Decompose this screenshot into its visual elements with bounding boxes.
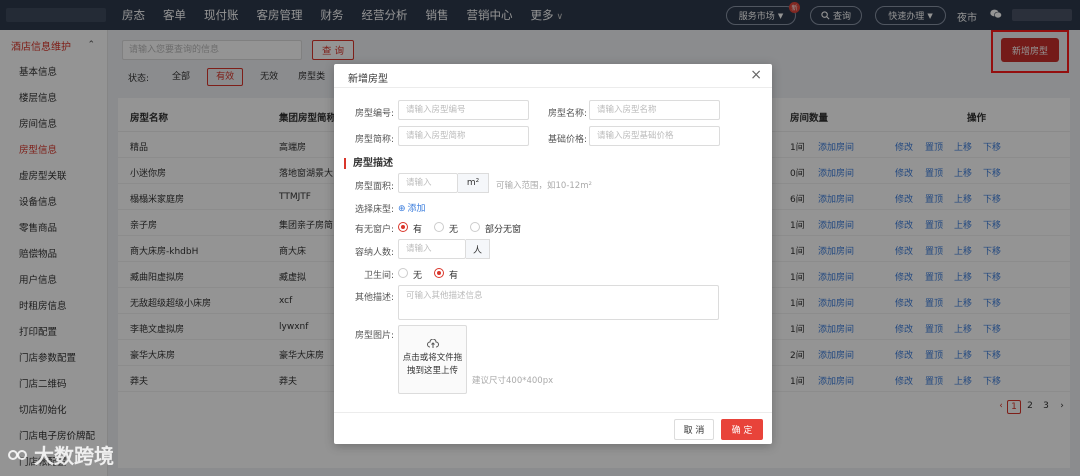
room-short-name-label: 房型简称: bbox=[354, 135, 394, 145]
capacity-input[interactable]: 请输入 bbox=[398, 239, 466, 259]
bed-type-label: 选择床型: bbox=[354, 205, 394, 215]
room-area-input[interactable]: 请输入 bbox=[398, 173, 458, 193]
area-hint: 可输入范围，如10-12m² bbox=[496, 181, 592, 191]
bathroom-radio-no[interactable] bbox=[398, 268, 408, 278]
image-size-hint: 建议尺寸400*400px bbox=[472, 376, 554, 386]
upload-text-line-1: 点击或将文件拖 bbox=[402, 353, 463, 363]
capacity-label: 容纳人数: bbox=[354, 248, 394, 258]
dialog-title: 新增房型 bbox=[348, 74, 388, 85]
room-code-input[interactable]: 请输入房型编号 bbox=[398, 100, 529, 120]
dialog-footer: 取 消 确 定 bbox=[334, 412, 772, 444]
area-unit-addon: m² bbox=[458, 173, 489, 193]
confirm-button[interactable]: 确 定 bbox=[721, 419, 763, 440]
close-icon[interactable]: × bbox=[750, 67, 762, 83]
window-label: 有无窗户: bbox=[354, 225, 394, 235]
room-name-label: 房型名称: bbox=[547, 109, 587, 119]
other-description-textarea[interactable]: 可输入其他描述信息 bbox=[398, 285, 719, 320]
window-option-yes: 有 bbox=[413, 225, 423, 235]
upload-cloud-icon bbox=[426, 338, 439, 348]
watermark-logo-icon bbox=[8, 449, 27, 460]
room-image-label: 房型图片: bbox=[354, 331, 394, 341]
capacity-unit-addon: 人 bbox=[466, 239, 490, 259]
dialog-header: 新增房型 × bbox=[334, 64, 772, 88]
base-price-label: 基础价格: bbox=[547, 135, 587, 145]
image-upload-dropzone[interactable]: 点击或将文件拖 拽到这里上传 bbox=[398, 325, 467, 394]
window-radio-yes[interactable] bbox=[398, 222, 408, 232]
watermark-text: 大数跨境 bbox=[34, 444, 114, 468]
room-code-label: 房型编号: bbox=[354, 109, 394, 119]
room-area-label: 房型面积: bbox=[354, 182, 394, 192]
window-option-no: 无 bbox=[449, 225, 459, 235]
window-option-partial: 部分无窗 bbox=[485, 225, 522, 235]
add-bed-type-label: 添加 bbox=[407, 204, 426, 214]
watermark: 大数跨境 bbox=[8, 440, 114, 469]
base-price-input[interactable]: 请输入房型基础价格 bbox=[589, 126, 720, 146]
bathroom-label: 卫生间: bbox=[363, 271, 394, 281]
other-description-label: 其他描述: bbox=[354, 293, 394, 303]
room-name-input[interactable]: 请输入房型名称 bbox=[589, 100, 720, 120]
window-radio-partial[interactable] bbox=[470, 222, 480, 232]
room-short-name-input[interactable]: 请输入房型简称 bbox=[398, 126, 529, 146]
bathroom-radio-yes[interactable] bbox=[434, 268, 444, 278]
plus-circle-icon: ⊕ bbox=[398, 204, 406, 214]
add-bed-type-link[interactable]: ⊕ 添加 bbox=[398, 201, 426, 214]
upload-text-line-2: 拽到这里上传 bbox=[406, 366, 458, 376]
bathroom-option-no: 无 bbox=[413, 271, 423, 281]
section-room-description: 房型描述 bbox=[344, 158, 393, 169]
window-radio-no[interactable] bbox=[434, 222, 444, 232]
cancel-button[interactable]: 取 消 bbox=[674, 419, 714, 440]
bathroom-option-yes: 有 bbox=[449, 271, 459, 281]
new-room-type-dialog: 新增房型 × 房型编号: 请输入房型编号 房型名称: 请输入房型名称 房型简称:… bbox=[334, 64, 772, 444]
